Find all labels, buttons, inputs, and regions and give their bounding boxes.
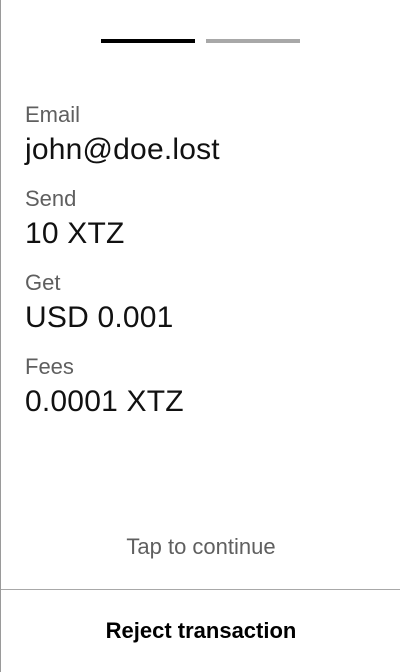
transaction-review-screen[interactable]: Email john@doe.lost Send 10 XTZ Get USD … [0, 0, 400, 672]
send-amount: 10 XTZ [25, 217, 125, 250]
get-label: Get [25, 270, 61, 295]
step-progress-indicator [101, 39, 301, 44]
send-label: Send [25, 186, 77, 211]
email-field: Email john@doe.lost [25, 100, 384, 184]
step-1-progress-segment [101, 39, 195, 43]
step-2-progress-segment [206, 39, 300, 43]
get-field: Get USD 0.001 [25, 268, 384, 352]
email-value: john@doe.lost [25, 133, 220, 166]
fees-label: Fees [25, 354, 74, 379]
fees-field: Fees 0.0001 XTZ [25, 352, 384, 436]
get-amount: USD 0.001 [25, 301, 174, 334]
fees-amount: 0.0001 XTZ [25, 385, 184, 418]
send-field: Send 10 XTZ [25, 184, 384, 268]
email-label: Email [25, 102, 81, 127]
transaction-details: Email john@doe.lost Send 10 XTZ Get USD … [25, 100, 384, 436]
tap-to-continue-hint: Tap to continue [126, 534, 276, 559]
reject-transaction-button[interactable]: Reject transaction [1, 590, 400, 672]
